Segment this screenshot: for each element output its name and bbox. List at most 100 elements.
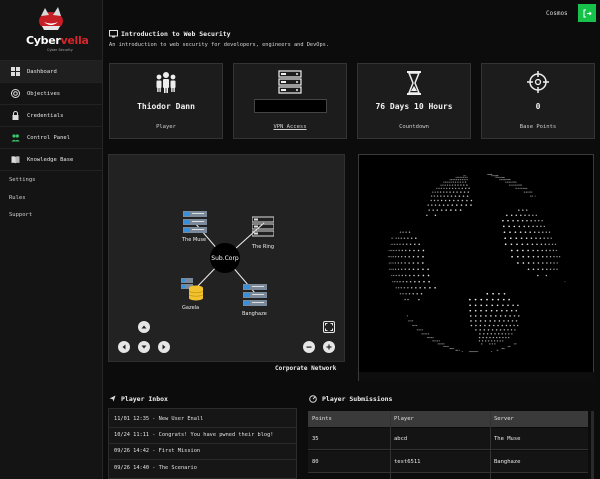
globe-dot xyxy=(528,191,530,193)
brand-logo[interactable]: Cybervella Cyber Security xyxy=(0,0,102,58)
globe-dot xyxy=(400,255,403,258)
table-row[interactable]: 80 test6511 Banghaze xyxy=(308,451,588,473)
globe-dot xyxy=(448,187,451,190)
globe-dot xyxy=(532,214,534,217)
globe-dot xyxy=(499,176,501,178)
globe-dot xyxy=(505,179,507,181)
globe-dot xyxy=(537,268,539,271)
globe-dot xyxy=(550,237,552,239)
globe-dot xyxy=(486,298,488,301)
globe-dot xyxy=(497,333,500,335)
inbox-message[interactable]: 11/01 12:35 - New User Enall xyxy=(114,416,203,422)
globe-dot xyxy=(497,324,499,327)
user-name[interactable]: Cosmos xyxy=(546,10,568,17)
globe-dot xyxy=(478,336,481,339)
globe-dot xyxy=(474,320,477,322)
globe-dot xyxy=(460,191,462,193)
globe-dot xyxy=(424,333,426,335)
globe-dot xyxy=(517,184,519,186)
globe-dot xyxy=(388,249,390,252)
globe-dot xyxy=(427,333,430,335)
cell-player: test6511 xyxy=(394,459,421,465)
globe-dot xyxy=(408,268,410,271)
globe-dot xyxy=(463,175,465,177)
globe-dot xyxy=(408,274,411,277)
globe-dot xyxy=(512,304,514,307)
globe-dot xyxy=(517,262,519,264)
column-header-points[interactable]: Points xyxy=(312,416,332,422)
globe-dot xyxy=(408,255,410,258)
sidebar-link-rules[interactable]: Rules xyxy=(9,195,26,201)
globe-dot xyxy=(492,336,495,339)
globe-dot xyxy=(445,209,447,211)
globe-dot xyxy=(413,324,415,327)
globe-dot xyxy=(474,351,476,353)
the-muse-server-icon[interactable] xyxy=(183,210,207,234)
globe-dot xyxy=(400,268,403,271)
sidebar-item-knowledge-base[interactable]: Knowledge Base xyxy=(0,148,102,170)
the-ring-server-icon[interactable] xyxy=(252,216,274,238)
globe-dot xyxy=(513,184,515,186)
sidebar-item-credentials[interactable]: Credentials xyxy=(0,104,102,126)
sidebar-item-dashboard[interactable]: Dashboard xyxy=(0,60,102,82)
globe-dot xyxy=(452,181,454,183)
globe-dot xyxy=(508,336,510,339)
gazela-database-icon[interactable] xyxy=(181,277,205,301)
zoom-out-button[interactable] xyxy=(303,341,315,353)
globe-dot xyxy=(431,204,433,206)
points-caption: Base Points xyxy=(519,124,557,130)
globe-dot xyxy=(545,274,548,277)
globe-dot xyxy=(491,340,493,342)
table-scrollbar[interactable] xyxy=(591,411,594,479)
pan-left-button[interactable] xyxy=(118,341,130,353)
fit-view-button[interactable] xyxy=(323,321,335,333)
sidebar-link-support[interactable]: Support xyxy=(9,212,32,218)
pan-down-button[interactable] xyxy=(138,341,150,353)
logout-button[interactable] xyxy=(578,4,596,22)
column-header-server[interactable]: Server xyxy=(494,416,514,422)
globe-dot xyxy=(545,231,548,233)
cell-points: 80 xyxy=(312,459,319,465)
sidebar-link-settings[interactable]: Settings xyxy=(9,177,36,183)
banghaze-server-icon[interactable] xyxy=(243,283,267,307)
globe-dot xyxy=(455,187,457,190)
globe-dot xyxy=(464,187,467,190)
zoom-in-button[interactable] xyxy=(323,341,335,353)
globe-dot xyxy=(410,320,412,322)
globe-visualization[interactable] xyxy=(358,154,595,382)
column-header-player[interactable]: Player xyxy=(394,416,414,422)
cell-server: The Muse xyxy=(494,436,521,442)
globe-dot xyxy=(531,243,534,246)
table-row[interactable]: 35 abcd The Muse xyxy=(308,428,588,450)
inbox-message[interactable]: 10/24 11:11 - Congrats! You have pwned t… xyxy=(114,432,273,438)
globe-dot xyxy=(524,214,526,217)
pan-right-button[interactable] xyxy=(158,341,170,353)
sidebar-item-objectives[interactable]: Objectives xyxy=(0,82,102,104)
globe-dot xyxy=(413,249,415,252)
globe-dot xyxy=(513,315,516,317)
globe-dot xyxy=(478,340,481,342)
globe-dot xyxy=(464,181,467,183)
globe-dot xyxy=(491,175,493,177)
vpn-access-link[interactable]: VPN Access xyxy=(234,124,346,130)
network-map[interactable]: The Muse The Ring Sub.Corp Gazela Bangha… xyxy=(108,154,345,362)
globe-dot xyxy=(471,351,473,353)
globe-dot xyxy=(439,191,442,193)
globe-dot xyxy=(496,176,498,178)
globe-dot xyxy=(510,249,513,252)
inbox-message[interactable]: 09/26 14:40 - The Scenario xyxy=(114,465,197,471)
globe-dot xyxy=(469,304,471,307)
globe-dot xyxy=(487,340,490,342)
inbox-title: Player Inbox xyxy=(121,395,168,403)
globe-dot xyxy=(527,225,530,228)
sidebar-item-control-panel[interactable]: Control Panel xyxy=(0,126,102,148)
inbox-message[interactable]: 09/26 14:42 - First Mission xyxy=(114,448,200,454)
globe-dot xyxy=(506,179,508,181)
pan-up-button[interactable] xyxy=(138,321,150,333)
globe-dot xyxy=(552,249,555,252)
globe-dot xyxy=(427,268,429,271)
globe-dot xyxy=(454,195,457,197)
globe-dot xyxy=(446,345,449,347)
book-icon xyxy=(11,155,20,164)
network-center-node[interactable]: Sub.Corp xyxy=(210,243,240,273)
